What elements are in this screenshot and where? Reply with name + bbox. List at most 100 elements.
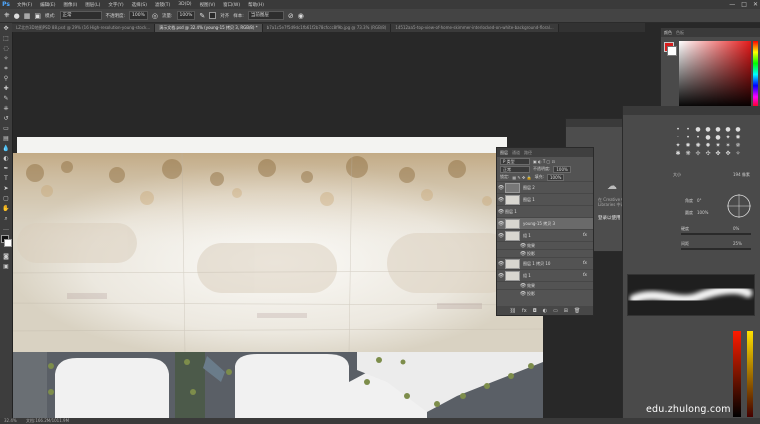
visibility-eye-icon[interactable]: 👁 — [519, 243, 527, 249]
tab-layers[interactable]: 图层 — [500, 150, 508, 156]
libraries-signin-button[interactable]: 登录以使用 — [598, 215, 621, 221]
sample-select[interactable]: 当前图层 — [247, 11, 284, 20]
crop-tool-icon[interactable]: ⌗ — [2, 65, 10, 73]
visibility-eye-icon[interactable]: 👁 — [497, 273, 505, 279]
clone-stamp-icon[interactable]: ⎈ — [4, 11, 10, 20]
eraser-tool-icon[interactable]: ▭ — [2, 125, 10, 133]
menu-select[interactable]: 选择(S) — [128, 2, 151, 8]
shape-tool-icon[interactable]: ▢ — [2, 195, 10, 203]
visibility-eye-icon[interactable]: 👁 — [497, 209, 505, 215]
lock-icons[interactable]: ▦ ✎ ✥ 🔒 — [512, 175, 531, 180]
trash-icon[interactable]: 🗑 — [574, 308, 580, 314]
visibility-eye-icon[interactable]: 👁 — [519, 291, 527, 297]
menu-type[interactable]: 文字(Y) — [104, 2, 127, 8]
zoom-tool-icon[interactable]: ⌕ — [2, 215, 10, 223]
magic-wand-tool-icon[interactable]: ✧ — [2, 55, 10, 63]
filter-icons[interactable]: ▣ ◐ T ▢ ⊡ — [533, 159, 555, 164]
spacing-value[interactable]: 25% — [733, 241, 742, 246]
background-swatch[interactable] — [4, 239, 12, 247]
background-color-swatch[interactable] — [667, 46, 677, 56]
menu-edit[interactable]: 编辑(E) — [36, 2, 59, 8]
eyedropper-tool-icon[interactable]: ⚲ — [2, 75, 10, 83]
opacity-field[interactable]: 100% — [129, 11, 148, 20]
hardness-value[interactable]: 0% — [733, 226, 739, 231]
path-selection-tool-icon[interactable]: ➤ — [2, 185, 10, 193]
color-field[interactable] — [679, 41, 751, 108]
close-button[interactable]: ✕ — [753, 1, 758, 8]
move-tool-icon[interactable]: ✥ — [2, 25, 10, 33]
tab-channels[interactable]: 通道 — [512, 150, 520, 156]
size-value[interactable]: 194 像素 — [733, 172, 750, 178]
layer-opacity-field[interactable]: 100% — [553, 165, 571, 173]
mode-select[interactable]: 正常 — [59, 11, 102, 20]
layer-row[interactable]: 👁 young-15 拷贝 3 — [497, 217, 593, 229]
brush-tip-grid[interactable]: • • ● ● ● ● ● · • • ● ● ✦ ✸ ✦ ✸ ✺ ✹ ✷ ✶ ✵ ✱ ❋ ✢ ✣ ✤ ✥ ✧ — [673, 126, 753, 158]
layer-fx-badge[interactable]: fx — [583, 261, 587, 266]
brush-tool-icon[interactable]: ✎ — [2, 95, 10, 103]
folder-icon[interactable]: ▭ — [553, 308, 558, 314]
ignore-adjustment-icon[interactable]: ⊘ — [288, 12, 294, 20]
layer-kind-filter[interactable]: P 类型 — [500, 157, 530, 165]
pressure-size-icon[interactable]: ◉ — [298, 12, 304, 20]
tab-swatches[interactable]: 色板 — [676, 30, 684, 36]
clone-stamp-tool-icon[interactable]: ⎈ — [2, 105, 10, 113]
menu-3d[interactable]: 3D(D) — [174, 2, 195, 7]
layer-fx-badge[interactable]: fx — [583, 233, 587, 238]
roundness-value[interactable]: 100% — [697, 210, 708, 215]
color-swatches[interactable] — [0, 235, 12, 251]
menu-help[interactable]: 帮助(H) — [244, 2, 268, 8]
blur-tool-icon[interactable]: 💧 — [2, 145, 10, 153]
menu-layer[interactable]: 图层(L) — [81, 2, 104, 8]
screen-mode-icon[interactable]: ▣ — [2, 263, 10, 271]
menu-file[interactable]: 文件(F) — [13, 2, 36, 8]
maximize-button[interactable]: □ — [741, 1, 747, 8]
mask-icon[interactable]: ◘ — [533, 308, 537, 314]
visibility-eye-icon[interactable]: 👁 — [497, 197, 505, 203]
spacing-slider[interactable] — [681, 248, 751, 250]
minimize-button[interactable]: — — [729, 1, 735, 8]
layer-row[interactable]: 👁 图层 1 — [497, 205, 593, 217]
adjustment-icon[interactable]: ◐ — [543, 308, 547, 314]
healing-brush-tool-icon[interactable]: ✚ — [2, 85, 10, 93]
layer-row[interactable]: 👁 组 1 fx — [497, 269, 593, 281]
menu-filter[interactable]: 滤镜(T) — [151, 2, 174, 8]
visibility-eye-icon[interactable]: 👁 — [497, 261, 505, 267]
tab-document-2[interactable]: 演示文档.psd @ 32.4% (young-15 拷贝 3, RGB/8) … — [155, 24, 263, 32]
menu-image[interactable]: 图像(I) — [59, 2, 81, 8]
pressure-opacity-icon[interactable]: ◎ — [152, 12, 158, 20]
hand-tool-icon[interactable]: ✋ — [2, 205, 10, 213]
lasso-tool-icon[interactable]: ◌ — [2, 45, 10, 53]
menu-window[interactable]: 窗口(W) — [219, 2, 244, 8]
zoom-level[interactable]: 32.4% — [4, 418, 17, 423]
brush-panel-icon[interactable]: ▦ — [24, 12, 31, 20]
blend-mode-select[interactable]: 正常 — [500, 165, 530, 173]
dodge-tool-icon[interactable]: ◐ — [2, 155, 10, 163]
history-brush-tool-icon[interactable]: ↺ — [2, 115, 10, 123]
hardness-slider[interactable] — [681, 233, 751, 235]
layer-effect-row[interactable]: 👁 投影 — [497, 249, 593, 257]
brush-preset-icon[interactable]: ● — [14, 12, 20, 20]
flow-field[interactable]: 100% — [176, 11, 196, 20]
tab-color[interactable]: 颜色 — [664, 30, 672, 36]
align-checkbox[interactable] — [209, 12, 217, 19]
tab-document-1[interactable]: LZ北京3D地图PSD 88.psd @ 29% (16 High-resolu… — [12, 24, 156, 32]
brush-panel-header[interactable] — [623, 106, 760, 115]
airbrush-icon[interactable]: ✎ — [199, 12, 205, 20]
quick-mask-icon[interactable]: ◙ — [2, 253, 10, 261]
layer-fx-badge[interactable]: fx — [583, 273, 587, 278]
gradient-tool-icon[interactable]: ▤ — [2, 135, 10, 143]
tab-document-4[interactable]: 14512aa5-top-view-of-home-skimmer-interl… — [391, 24, 559, 32]
layer-row[interactable]: 👁 图层 2 — [497, 181, 593, 193]
angle-value[interactable]: 0° — [697, 198, 702, 203]
pen-tool-icon[interactable]: ✒ — [2, 165, 10, 173]
type-tool-icon[interactable]: T — [2, 175, 10, 183]
more-tools-icon[interactable]: … — [2, 225, 10, 233]
layer-row[interactable]: 👁 图层 1 拷贝 10 fx — [497, 257, 593, 269]
layer-row[interactable]: 👁 组 1 fx — [497, 229, 593, 241]
brush-angle-widget[interactable] — [725, 192, 753, 220]
layer-effect-row[interactable]: 👁 投影 — [497, 289, 593, 297]
layer-effect-row[interactable]: 👁 效果 — [497, 241, 593, 249]
hue-slider[interactable] — [753, 41, 758, 108]
link-icon[interactable]: ⛓ — [510, 308, 516, 314]
visibility-eye-icon[interactable]: 👁 — [497, 233, 505, 239]
